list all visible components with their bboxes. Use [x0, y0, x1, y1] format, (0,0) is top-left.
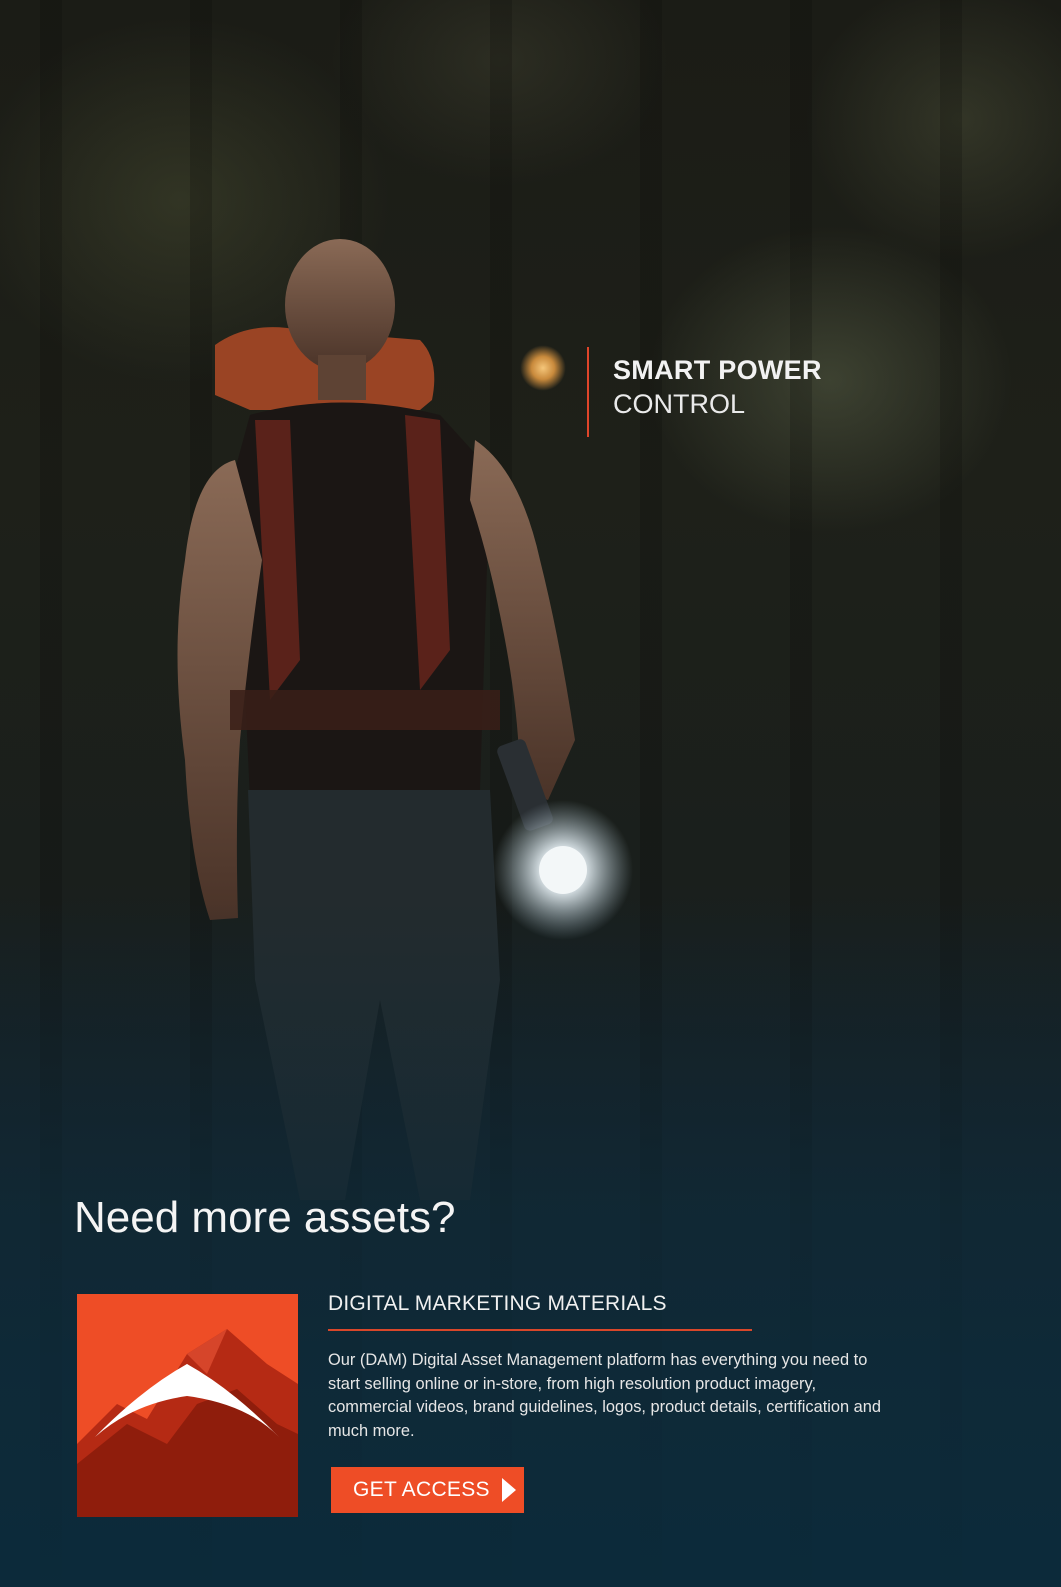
promo-page: SMART POWER CONTROL Need more assets? DI… — [0, 0, 1061, 1587]
mountain-peak-logo-icon — [77, 1329, 298, 1517]
tagline-line-2: CONTROL — [613, 389, 746, 419]
play-arrow-icon — [501, 1478, 516, 1502]
promo-description: Our (DAM) Digital Asset Management platf… — [328, 1351, 882, 1440]
tagline-line-1: SMART POWER — [613, 355, 822, 385]
promo-heading: Need more assets? — [74, 1193, 456, 1242]
get-access-label: GET ACCESS — [353, 1478, 490, 1501]
hero-tagline: SMART POWER CONTROL — [587, 347, 822, 437]
get-access-button[interactable]: GET ACCESS — [331, 1467, 524, 1513]
brand-logo-tile — [77, 1294, 298, 1517]
section-title: DIGITAL MARKETING MATERIALS — [328, 1292, 667, 1315]
title-underline — [328, 1329, 752, 1331]
